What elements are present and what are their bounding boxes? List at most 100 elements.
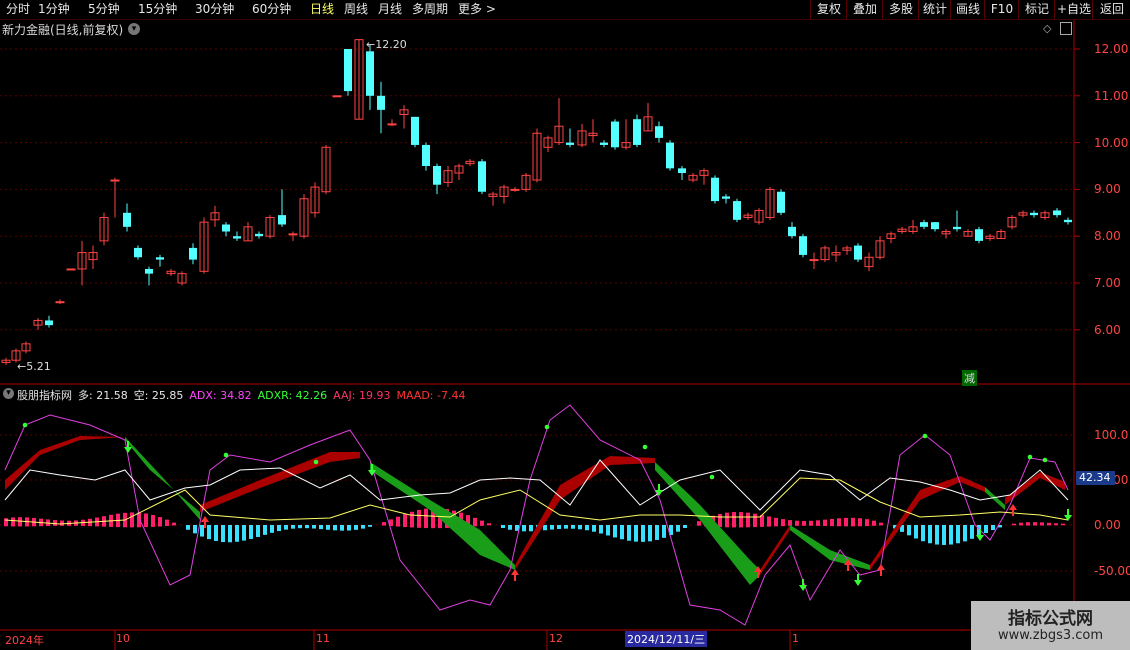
histogram-bar: [186, 525, 190, 530]
histogram-bar: [1047, 522, 1051, 526]
candlestick: [600, 140, 608, 148]
red-band: [515, 456, 655, 570]
candlestick: [722, 194, 730, 204]
candlestick: [633, 114, 641, 148]
candlestick: [699, 168, 709, 185]
histogram-bar: [606, 525, 610, 536]
candlestick: [799, 233, 807, 258]
candlestick: [820, 245, 830, 262]
histogram-bar: [60, 520, 64, 526]
indicator-dropdown-icon[interactable]: ▾: [3, 388, 14, 399]
histogram-bar: [683, 525, 687, 528]
candlestick: [77, 240, 87, 286]
histogram-bar: [529, 525, 533, 532]
price-tick-label: 8.00: [1094, 229, 1121, 244]
candle-body: [156, 257, 164, 260]
candle-body: [411, 116, 419, 145]
candlestick: [963, 229, 973, 237]
candlestick: [521, 173, 531, 192]
candle-body: [733, 201, 741, 220]
candlestick: [754, 208, 764, 225]
histogram-bar: [795, 520, 799, 526]
xaxis-label-jan: 1: [792, 632, 799, 645]
histogram-bar: [319, 525, 323, 530]
red-band: [1005, 472, 1065, 505]
candlestick: [611, 119, 619, 150]
histogram-bar: [718, 513, 722, 528]
red-band: [200, 452, 360, 512]
candle-body: [799, 236, 807, 255]
histogram-bar: [473, 517, 477, 527]
candle-body: [66, 268, 76, 271]
histogram-bar: [1012, 523, 1016, 526]
candlestick: [99, 212, 109, 246]
histogram-bar: [557, 525, 561, 529]
red-band: [870, 476, 985, 570]
candlestick: [433, 163, 441, 195]
candlestick: [897, 226, 907, 234]
histogram-bar: [802, 520, 806, 526]
histogram-bar: [599, 525, 603, 534]
histogram-bar: [326, 525, 330, 530]
candlestick: [166, 268, 176, 276]
histogram-bar: [228, 525, 232, 543]
indicator-maad: MAAD: -7.44: [396, 389, 466, 402]
candlestick: [310, 182, 320, 218]
green-band: [370, 462, 515, 570]
candlestick: [711, 175, 719, 204]
candlestick: [743, 212, 753, 220]
buy-arrow-icon: [1009, 504, 1017, 516]
sell-arrow-icon: [655, 484, 663, 496]
reduce-badge: 减: [962, 370, 977, 386]
candle-body: [332, 95, 342, 98]
candlestick: [387, 119, 397, 127]
histogram-bar: [487, 523, 491, 526]
histogram-bar: [522, 525, 526, 532]
candle-body: [510, 188, 520, 191]
histogram-bar: [725, 512, 729, 528]
histogram-bar: [193, 525, 197, 534]
candle-body: [222, 224, 230, 232]
candlestick: [875, 236, 885, 260]
candlestick: [554, 98, 564, 145]
candle-body: [110, 179, 120, 182]
histogram-bar: [480, 520, 484, 526]
candlestick: [842, 245, 852, 255]
xaxis-label-dec: 12: [549, 632, 563, 645]
candle-body: [722, 196, 730, 199]
histogram-bar: [235, 525, 239, 542]
histogram-bar: [963, 525, 967, 542]
histogram-bar: [291, 525, 295, 529]
signal-dot: [709, 474, 715, 480]
candlestick: [920, 219, 928, 230]
candlestick: [134, 245, 142, 260]
histogram-bar: [284, 525, 288, 530]
histogram-bar: [592, 525, 596, 532]
histogram-bar: [340, 525, 344, 531]
histogram-bar: [1061, 523, 1065, 526]
candle-body: [45, 320, 53, 326]
candle-body: [278, 215, 286, 225]
indicator-chart: [4, 404, 1072, 626]
candlestick: [655, 121, 663, 143]
indicator-adx: ADX: 34.82: [189, 389, 252, 402]
histogram-bar: [347, 525, 351, 531]
candlestick: [243, 222, 253, 242]
histogram-bar: [907, 525, 911, 536]
histogram-bar: [732, 512, 736, 528]
candlestick: [886, 231, 896, 244]
candle-body: [55, 301, 65, 304]
histogram-bar: [620, 525, 624, 540]
histogram-bar: [214, 525, 218, 541]
candle-body: [387, 123, 397, 126]
candlestick: [177, 271, 187, 286]
histogram-bar: [655, 525, 659, 540]
histogram-bar: [207, 525, 211, 540]
candlestick: [566, 128, 574, 148]
histogram-bar: [543, 525, 547, 531]
xaxis-label-nov: 11: [316, 632, 330, 645]
histogram-bar: [1054, 523, 1058, 526]
histogram-bar: [403, 514, 407, 528]
candlestick: [854, 243, 862, 262]
histogram-bar: [53, 520, 57, 526]
